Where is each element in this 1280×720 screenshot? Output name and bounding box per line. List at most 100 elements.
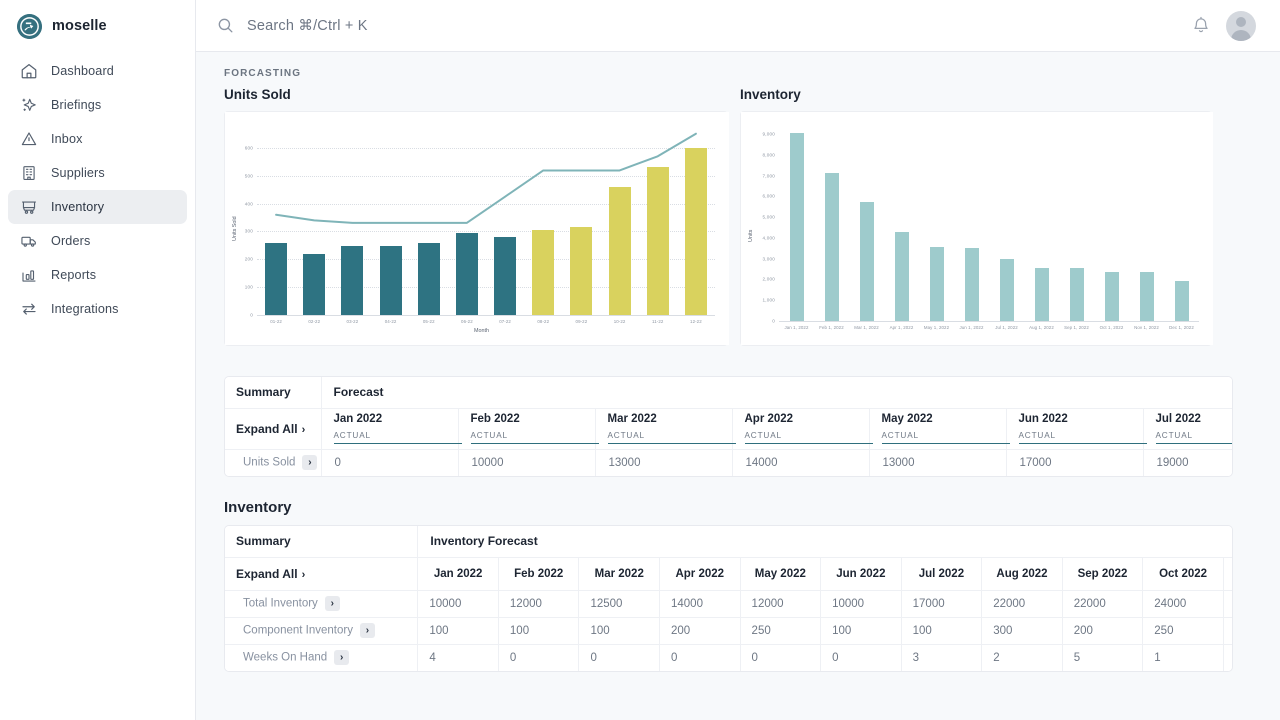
sparkle-icon [19,96,38,115]
inventory-month-column-header: Sep 2022 [1062,557,1144,591]
forecast-expand-all-button[interactable]: Expand All › [225,408,322,450]
x-axis-tick: Apr 1, 2022 [889,325,914,330]
inventory-group-header-row: Summary Inventory Forecast [225,526,1232,558]
page-scroll-area[interactable]: FORCASTING Units Sold 0 100 200 300 400 500 60… [196,52,1280,720]
chart-bar[interactable] [824,172,839,321]
forecast-month-column-header: Apr 2022 ACTUAL [732,408,873,450]
chart-bar[interactable] [964,247,979,321]
user-avatar-icon[interactable] [1226,10,1256,41]
chart-bar[interactable] [789,132,804,321]
chart-bar[interactable] [1104,272,1119,321]
truck-icon [19,232,38,251]
brand[interactable]: moselle [8,0,187,52]
chart-bar[interactable] [1034,267,1049,321]
sidebar-item-label: Suppliers [51,166,105,180]
inventory-value-cell: 10000 [820,589,902,617]
table-row[interactable]: Component Inventory › 100 100 100 200 250 100 10… [225,616,1232,644]
forecast-month-label: Jun 2022 [1018,413,1068,425]
charts-row: Units Sold 0 100 200 300 400 500 600 01-22 02-22… [196,79,1280,346]
forecast-row-label-cell[interactable]: Units Sold › [225,448,322,476]
chart-bar[interactable] [929,247,944,321]
sidebar-item-briefings[interactable]: Briefings [8,88,187,122]
inventory-chart-card[interactable]: 0 1,000 2,000 3,000 4,000 5,000 6,000 7,000 8,00… [740,111,1213,346]
search-input[interactable] [247,17,667,34]
inventory-row-label-cell[interactable]: Total Inventory › [225,589,419,617]
inventory-table-card: Summary Inventory Forecast Expand All › J… [224,525,1233,672]
inventory-month-column-header: Jul 2022 [901,557,983,591]
inventory-chart-title: Inventory [740,87,801,102]
chart-bar[interactable] [894,232,909,321]
inventory-month-column-header: Oct 2022 [1142,557,1224,591]
table-row[interactable]: Weeks On Hand›400000325111 [225,643,1232,671]
inventory-value-cell: 100 [820,616,902,644]
sidebar-item-label: Integrations [51,302,119,316]
forecast-month-label: Feb 2022 [470,413,520,425]
forecast-month-header-row: Expand All › Jan 2022 ACTUAL Feb 2022 ACTUAL… [225,408,1232,450]
search-container[interactable] [216,16,1190,35]
bell-icon[interactable] [1190,15,1212,37]
chevron-right-icon[interactable]: › [334,650,350,666]
inventory-value-cell: 4 [417,643,499,671]
chart-bar[interactable] [1174,280,1189,321]
y-axis-tick: 5,000 [762,214,775,220]
table-row[interactable]: Total Inventory › 10000 12000 12500 14000 1200… [225,589,1232,617]
inventory-value-cell: 22000 [1062,589,1144,617]
inventory-value-cell: 200 [1062,616,1144,644]
units-sold-chart-card[interactable]: 0 100 200 300 400 500 600 01-22 02-22 03-22 04-22 0… [224,111,729,346]
inventory-chart-block: Inventory 0 1,000 2,000 3,000 4,000 5,000 6,00… [740,87,1213,346]
y-axis-tick: 6,000 [762,193,775,199]
inventory-value-cell: 0 [740,643,822,671]
chevron-right-icon[interactable]: › [359,623,375,638]
inventory-month-column-header: Apr 2022 [659,557,741,591]
forecast-value-cell: 0 [321,448,459,476]
sidebar-nav: Dashboard Briefings Inbox Suppliers Inve… [8,54,187,326]
avatar-head [1236,16,1246,27]
chart-bar[interactable] [859,201,874,321]
inventory-value-cell: 5 [1062,643,1144,671]
inventory-row-label: Weeks On Hand [243,651,328,664]
y-axis-label: Units [748,229,754,242]
forecast-value-cell: 10000 [458,448,596,476]
chevron-right-icon[interactable]: › [302,455,318,471]
sidebar-item-dashboard[interactable]: Dashboard [8,54,187,88]
chart-bar[interactable] [999,259,1014,321]
sidebar-item-orders[interactable]: Orders [8,224,187,258]
chart-bar[interactable] [1069,267,1084,321]
x-axis-tick: Jan 1, 2022 [784,325,809,330]
sidebar-item-reports[interactable]: Reports [8,258,187,292]
sidebar-item-integrations[interactable]: Integrations [8,292,187,326]
forecast-month-column-header: Mar 2022 ACTUAL [595,408,736,450]
bar-chart-icon [19,266,38,285]
inventory-value-cell: 12000 [498,589,580,617]
chevron-right-icon: › [301,423,306,436]
forecast-status-badge: ACTUAL [744,431,873,444]
inventory-value-cell: 1 [1142,643,1224,671]
forecast-value-cell: 13000 [595,448,733,476]
forecast-table-wrap: Summary Forecast Expand All › Jan 2022 ACT… [196,346,1280,477]
forecast-month-column-header: Jul 2022 ACTUAL [1143,408,1232,450]
inventory-value-cell: 0 [498,643,580,671]
forecast-table-clip[interactable]: Summary Forecast Expand All › Jan 2022 ACT… [224,376,1233,477]
units-sold-plot: 0 100 200 300 400 500 600 01-22 02-22 03-22 04-22 0… [225,112,729,345]
sidebar-item-suppliers[interactable]: Suppliers [8,156,187,190]
chevron-right-icon[interactable]: › [324,596,340,611]
inventory-row-label-cell[interactable]: Component Inventory › [225,616,419,644]
table-row[interactable]: Units Sold › 0 10000 13000 14000 13000 17000 19… [225,448,1232,476]
y-axis-tick: 9,000 [762,131,775,137]
chart-bar[interactable] [1139,272,1154,321]
sidebar-item-label: Reports [51,268,97,282]
inventory-value-cell: 1 [1223,643,1232,671]
sidebar: moselle Dashboard Briefings Inbox Suppli… [0,0,196,720]
inventory-expand-all-button[interactable]: Expand All › [225,557,419,591]
inventory-row-label-cell[interactable]: Weeks On Hand › [225,643,419,671]
sidebar-item-inventory[interactable]: Inventory [8,190,187,224]
inventory-table-clip[interactable]: Summary Inventory Forecast Expand All › J… [224,525,1233,672]
inventory-month-column-header: Feb 2022 [498,557,580,591]
forecast-group-header: Forecast [321,377,1232,409]
sidebar-item-inbox[interactable]: Inbox [8,122,187,156]
forecast-month-label: Jul 2022 [1155,413,1201,425]
inventory-table-wrap: Summary Inventory Forecast Expand All › J… [196,525,1280,672]
home-icon [19,62,38,81]
inventory-month-column-header: Mar 2022 [578,557,660,591]
inventory-value-cell: 2 [981,643,1063,671]
